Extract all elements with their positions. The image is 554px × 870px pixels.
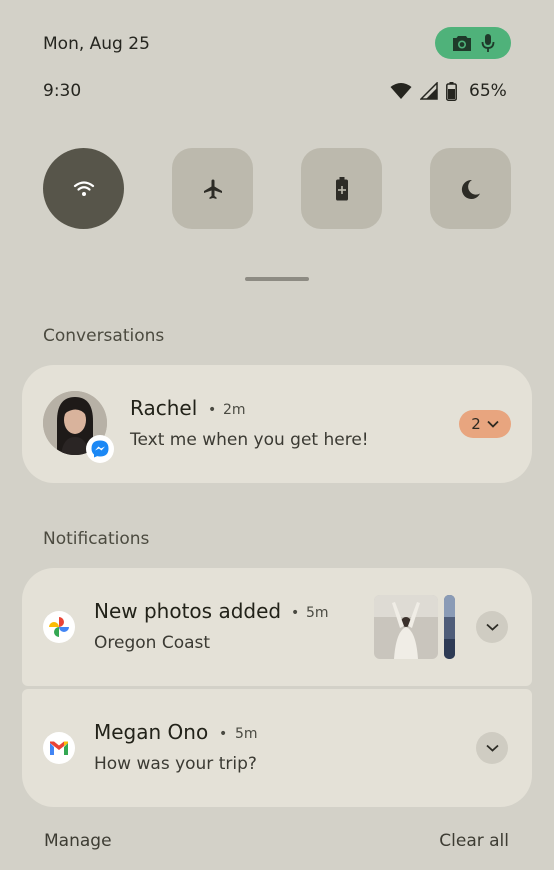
- conversation-message: Text me when you get here!: [130, 430, 369, 450]
- cellular-signal-icon: [420, 82, 438, 100]
- photo-thumbnail-partial[interactable]: [444, 595, 455, 659]
- notification-card-photos[interactable]: [22, 568, 532, 686]
- expand-notification-button[interactable]: [476, 732, 508, 764]
- battery-percentage: 65%: [469, 81, 507, 101]
- privacy-indicator-chip[interactable]: [435, 27, 511, 59]
- notifications-section-title: Notifications: [43, 529, 150, 549]
- drag-handle[interactable]: [245, 277, 309, 281]
- notification-time: 5m: [306, 605, 329, 621]
- manage-button[interactable]: Manage: [44, 831, 112, 851]
- wifi-icon: [73, 180, 94, 196]
- tile-wifi[interactable]: [43, 148, 124, 229]
- google-photos-icon: [43, 611, 75, 643]
- tile-airplane-mode[interactable]: [172, 148, 253, 229]
- airplane-icon: [203, 179, 222, 199]
- conversation-time: 2m: [223, 402, 246, 418]
- chevron-down-icon: [485, 744, 499, 752]
- separator-dot: •: [291, 605, 300, 621]
- notification-body: Oregon Coast: [94, 633, 211, 653]
- notification-time: 5m: [235, 726, 258, 742]
- microphone-icon: [481, 34, 494, 52]
- conversation-sender: Rachel: [130, 396, 198, 420]
- camera-icon: [452, 36, 471, 51]
- expand-notification-button[interactable]: [476, 611, 508, 643]
- photo-thumbnail[interactable]: [374, 595, 438, 659]
- date-label: Mon, Aug 25: [43, 34, 150, 54]
- notification-title: New photos added: [94, 599, 282, 623]
- chevron-down-icon: [485, 623, 499, 631]
- notification-body: How was your trip?: [94, 754, 257, 774]
- messenger-icon: [86, 435, 114, 463]
- tile-battery-saver[interactable]: [301, 148, 382, 229]
- moon-icon: [461, 179, 480, 199]
- notification-title: Megan Ono: [94, 720, 209, 744]
- chevron-down-icon: [487, 420, 499, 428]
- message-count: 2: [471, 415, 481, 433]
- clear-all-button[interactable]: Clear all: [439, 831, 509, 851]
- tile-dark-theme[interactable]: [430, 148, 511, 229]
- battery-saver-icon: [335, 176, 348, 200]
- clock-time: 9:30: [43, 81, 82, 101]
- wifi-signal-icon: [390, 83, 412, 99]
- separator-dot: •: [208, 402, 217, 418]
- notification-card-gmail[interactable]: [22, 689, 532, 807]
- system-status-icons: 65%: [390, 79, 507, 103]
- message-count-expand-chip[interactable]: 2: [459, 410, 511, 438]
- battery-icon: [446, 81, 457, 101]
- separator-dot: •: [219, 726, 228, 742]
- gmail-icon: [43, 732, 75, 764]
- conversations-section-title: Conversations: [43, 326, 165, 346]
